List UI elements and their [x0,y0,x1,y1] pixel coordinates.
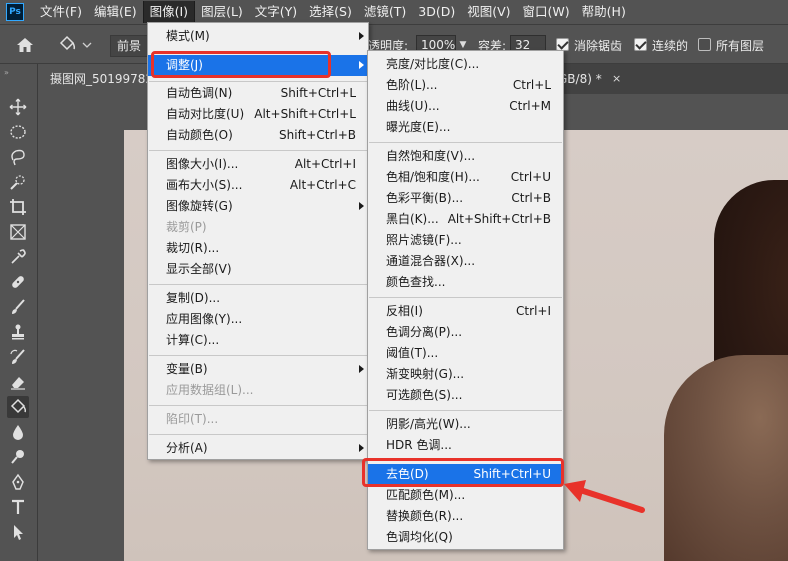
menu-item-match-color[interactable]: 匹配颜色(M)... [368,485,563,506]
menu-type[interactable]: 文字(Y) [249,1,303,23]
menu-filter[interactable]: 滤镜(T) [358,1,412,23]
menu-item-black-white[interactable]: 黑白(K)... Alt+Shift+Ctrl+B [368,209,563,230]
menu-item-replace-color[interactable]: 替换颜色(R)... [368,506,563,527]
menu-layer[interactable]: 图层(L) [195,1,249,23]
menu-item-equalize[interactable]: 色调均化(Q) [368,527,563,548]
menu-item-shadows-highlights[interactable]: 阴影/高光(W)... [368,414,563,435]
pen-tool-icon[interactable] [7,471,29,493]
quick-select-tool-icon[interactable] [7,171,29,193]
menu-item-mode[interactable]: 模式(M) [148,26,368,47]
menu-item-reveal-all[interactable]: 显示全部(V) [148,259,368,280]
menu-item-auto-tone[interactable]: 自动色调(N) Shift+Ctrl+L [148,83,368,104]
document-tab-title-suffix[interactable]: GB/8) * [558,64,602,94]
menu-item-auto-color[interactable]: 自动颜色(O) Shift+Ctrl+B [148,125,368,146]
menu-item-photo-filter[interactable]: 照片滤镜(F)... [368,230,563,251]
document-tab[interactable]: 摄图网_50199782 [38,64,148,94]
submenu-arrow-icon [359,365,364,373]
highlight-callout-desaturate [362,458,564,487]
menu-file[interactable]: 文件(F) [34,1,88,23]
home-icon[interactable] [16,37,34,53]
all-layers-label: 所有图层 [716,39,765,53]
menu-item-duplicate[interactable]: 复制(D)... [148,288,368,309]
menu-item-threshold[interactable]: 阈值(T)... [368,343,563,364]
tools-panel: » [0,64,38,561]
menu-item-variables[interactable]: 变量(B) [148,359,368,380]
contiguous-checkbox[interactable] [634,38,647,51]
image-menu: 模式(M) 调整(J) 自动色调(N) Shift+Ctrl+L 自动对比度(U)… [147,22,369,460]
clone-stamp-tool-icon[interactable] [7,321,29,343]
menu-item-crop: 裁剪(P) [166,220,207,234]
menu-item-trim[interactable]: 裁切(R)... [148,238,368,259]
eraser-tool-icon[interactable] [7,371,29,393]
menu-item-image-size[interactable]: 图像大小(I)... Alt+Ctrl+I [148,154,368,175]
frame-tool-icon[interactable] [7,221,29,243]
menu-item-invert[interactable]: 反相(I) Ctrl+I [368,301,563,322]
menu-item-auto-contrast[interactable]: 自动对比度(U) Alt+Shift+Ctrl+L [148,104,368,125]
menu-edit[interactable]: 编辑(E) [88,1,143,23]
menu-item-color-balance[interactable]: 色彩平衡(B)... Ctrl+B [368,188,563,209]
move-tool-icon[interactable] [7,96,29,118]
menu-item-levels[interactable]: 色阶(L)... Ctrl+L [368,75,563,96]
highlight-callout-adjustments [151,51,331,78]
all-layers-checkbox[interactable] [698,38,711,51]
menu-3d[interactable]: 3D(D) [412,1,461,23]
menu-view[interactable]: 视图(V) [461,1,516,23]
menu-select[interactable]: 选择(S) [303,1,358,23]
menu-item-apply-image[interactable]: 应用图像(Y)... [148,309,368,330]
menubar: Ps 文件(F) 编辑(E) 图像(I) 图层(L) 文字(Y) 选择(S) 滤… [0,0,788,24]
blur-tool-icon[interactable] [7,421,29,443]
photoshop-logo-icon[interactable]: Ps [6,3,24,21]
healing-brush-tool-icon[interactable] [7,271,29,293]
menu-item-exposure[interactable]: 曝光度(E)... [368,117,563,138]
menu-item-color-lookup[interactable]: 颜色查找... [368,272,563,293]
submenu-arrow-icon [359,202,364,210]
menu-image[interactable]: 图像(I) [142,1,196,23]
menu-item-canvas-size[interactable]: 画布大小(S)... Alt+Ctrl+C [148,175,368,196]
menu-item-calculations[interactable]: 计算(C)... [148,330,368,351]
menu-item-channel-mixer[interactable]: 通道混合器(X)... [368,251,563,272]
menu-help[interactable]: 帮助(H) [576,1,632,23]
menu-item-curves[interactable]: 曲线(U)... Ctrl+M [368,96,563,117]
menu-item-trap: 陷印(T)... [166,412,219,426]
paint-bucket-tool-icon[interactable] [7,396,29,418]
dodge-tool-icon[interactable] [7,446,29,468]
menu-item-analysis[interactable]: 分析(A) [148,438,368,459]
menu-item-apply-data-set: 应用数据组(L)... [166,383,254,397]
panel-collapse-icon[interactable]: » [4,68,32,77]
marquee-tool-icon[interactable] [7,121,29,143]
menu-item-hdr-toning[interactable]: HDR 色调... [368,435,563,456]
history-brush-tool-icon[interactable] [7,346,29,368]
submenu-arrow-icon [359,61,364,69]
close-tab-icon[interactable]: × [612,64,621,94]
menu-window[interactable]: 窗口(W) [517,1,576,23]
fill-source-select[interactable]: 前景 [110,35,148,57]
menu-item-hue-saturation[interactable]: 色相/饱和度(H)... Ctrl+U [368,167,563,188]
menu-item-brightness-contrast[interactable]: 亮度/对比度(C)... [368,54,563,75]
menu-item-gradient-map[interactable]: 渐变映射(G)... [368,364,563,385]
red-pointer-arrow-icon [564,480,645,513]
menu-item-posterize[interactable]: 色调分离(P)... [368,322,563,343]
menu-item-selective-color[interactable]: 可选颜色(S)... [368,385,563,406]
photo-scarf [664,355,788,561]
eyedropper-tool-icon[interactable] [7,246,29,268]
crop-tool-icon[interactable] [7,196,29,218]
submenu-arrow-icon [359,444,364,452]
menu-item-vibrance[interactable]: 自然饱和度(V)... [368,146,563,167]
type-tool-icon[interactable] [7,496,29,518]
menu-item-image-rotation[interactable]: 图像旋转(G) [148,196,368,217]
lasso-tool-icon[interactable] [7,146,29,168]
submenu-arrow-icon [359,32,364,40]
antialias-label: 消除锯齿 [574,39,623,53]
brush-tool-icon[interactable] [7,296,29,318]
path-selection-tool-icon[interactable] [7,521,29,543]
paint-bucket-tool-icon[interactable] [56,35,96,55]
contiguous-label: 连续的 [652,39,689,53]
